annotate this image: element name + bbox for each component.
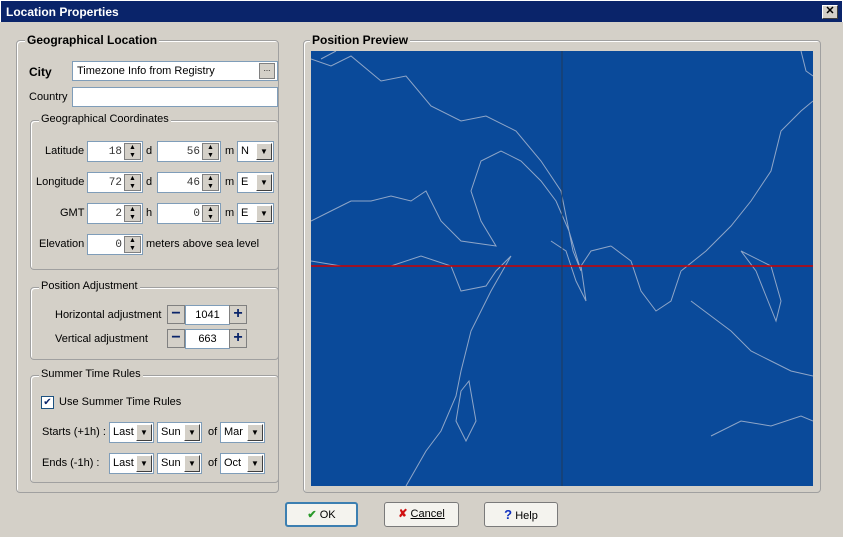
spin-arrows-icon[interactable]: ▲ ▼	[124, 236, 141, 253]
elevation-unit: meters above sea level	[146, 238, 260, 250]
elevation-field[interactable]: 0 ▲ ▼	[87, 234, 143, 255]
chevron-down-icon[interactable]: ▼	[136, 455, 152, 472]
latitude-minutes[interactable]: 56 ▲ ▼	[157, 141, 221, 162]
starts-week-select[interactable]: Last ▼	[109, 422, 154, 443]
window-title: Location Properties	[6, 5, 119, 19]
unit-label: d	[146, 176, 153, 188]
chevron-down-icon[interactable]: ▼	[256, 174, 272, 191]
starts-label: Starts (+1h) :	[42, 426, 106, 438]
vertical-decrease-button[interactable]: −	[167, 329, 185, 348]
help-button[interactable]: ? Help	[484, 502, 558, 527]
group-title: Geographical Location	[25, 33, 160, 47]
horizontal-adjustment-label: Horizontal adjustment	[55, 309, 162, 321]
title-bar: Location Properties ✕	[0, 0, 843, 22]
ends-week-select[interactable]: Last ▼	[109, 453, 154, 474]
group-title: Geographical Coordinates	[39, 113, 171, 125]
city-label: City	[29, 65, 52, 79]
spin-arrows-icon[interactable]: ▲ ▼	[124, 174, 141, 191]
chevron-down-icon[interactable]: ▼	[247, 455, 263, 472]
longitude-minutes[interactable]: 46 ▲ ▼	[157, 172, 221, 193]
help-icon: ?	[504, 507, 513, 522]
latitude-direction[interactable]: N ▼	[237, 141, 274, 162]
vertical-increase-button[interactable]: +	[229, 329, 247, 348]
chevron-down-icon[interactable]: ▼	[184, 455, 200, 472]
close-button[interactable]: ✕	[822, 5, 838, 19]
unit-label: m	[225, 145, 235, 157]
browse-button[interactable]: ...	[259, 63, 275, 79]
spin-arrows-icon[interactable]: ▲ ▼	[124, 143, 141, 160]
unit-label: m	[225, 207, 235, 219]
city-field[interactable]: Timezone Info from Registry ...	[72, 61, 278, 81]
gmt-direction[interactable]: E ▼	[237, 203, 274, 224]
longitude-label: Longitude	[36, 176, 85, 188]
ends-month-select[interactable]: Oct ▼	[220, 453, 265, 474]
of-label: of	[208, 457, 218, 469]
use-summer-time-checkbox[interactable]: ✔	[41, 396, 54, 409]
longitude-direction[interactable]: E ▼	[237, 172, 274, 193]
spin-arrows-icon[interactable]: ▲ ▼	[202, 205, 219, 222]
vertical-adjustment-field[interactable]: 663	[185, 329, 230, 349]
latitude-degrees[interactable]: 18 ▲ ▼	[87, 141, 143, 162]
chevron-down-icon[interactable]: ▼	[136, 424, 152, 441]
city-value: Timezone Info from Registry	[77, 65, 215, 77]
cancel-button[interactable]: ✘ Cancel	[384, 502, 459, 527]
chevron-down-icon[interactable]: ▼	[256, 205, 272, 222]
group-title: Position Preview	[310, 33, 411, 47]
unit-label: d	[146, 145, 153, 157]
horizontal-adjustment-field[interactable]: 1041	[185, 305, 230, 325]
horizontal-decrease-button[interactable]: −	[167, 305, 185, 324]
country-field[interactable]	[72, 87, 278, 107]
chevron-down-icon[interactable]: ▼	[256, 143, 272, 160]
chevron-down-icon[interactable]: ▼	[184, 424, 200, 441]
of-label: of	[208, 426, 218, 438]
spin-arrows-icon[interactable]: ▲ ▼	[202, 143, 219, 160]
elevation-label: Elevation	[39, 238, 85, 250]
vertical-adjustment-label: Vertical adjustment	[55, 333, 148, 345]
gmt-label: GMT	[60, 207, 85, 219]
longitude-degrees[interactable]: 72 ▲ ▼	[87, 172, 143, 193]
starts-day-select[interactable]: Sun ▼	[157, 422, 202, 443]
starts-month-select[interactable]: Mar ▼	[220, 422, 265, 443]
ok-button[interactable]: ✔ OK	[285, 502, 358, 527]
gmt-hours[interactable]: 2 ▲ ▼	[87, 203, 143, 224]
checkmark-icon: ✔	[307, 509, 317, 521]
spin-arrows-icon[interactable]: ▲ ▼	[124, 205, 141, 222]
gmt-minutes[interactable]: 0 ▲ ▼	[157, 203, 221, 224]
horizontal-increase-button[interactable]: +	[229, 305, 247, 324]
group-title: Position Adjustment	[39, 280, 140, 292]
ends-label: Ends (-1h) :	[42, 457, 100, 469]
map-preview[interactable]	[310, 50, 814, 487]
unit-label: m	[225, 176, 235, 188]
unit-label: h	[146, 207, 153, 219]
world-map	[310, 50, 814, 487]
spin-arrows-icon[interactable]: ▲ ▼	[202, 174, 219, 191]
group-title: Summer Time Rules	[39, 368, 143, 380]
use-summer-time-label: Use Summer Time Rules	[59, 396, 182, 408]
ends-day-select[interactable]: Sun ▼	[157, 453, 202, 474]
latitude-label: Latitude	[45, 145, 85, 157]
country-label: Country	[29, 91, 68, 103]
chevron-down-icon[interactable]: ▼	[247, 424, 263, 441]
x-icon: ✘	[398, 508, 408, 520]
